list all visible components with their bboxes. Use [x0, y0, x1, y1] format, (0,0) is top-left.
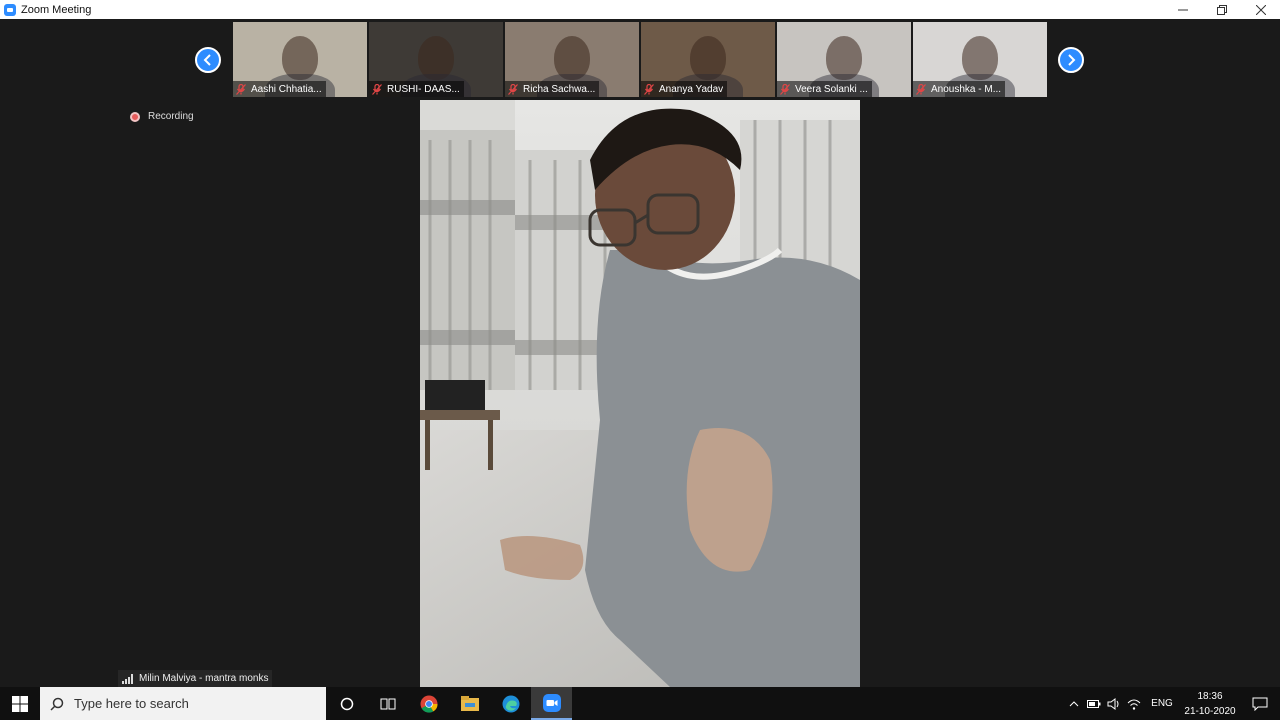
minimize-button[interactable]	[1163, 0, 1202, 19]
system-tray: ENG 18:36 21-10-2020	[1064, 687, 1280, 720]
action-center-button[interactable]	[1240, 687, 1280, 720]
participant-tile[interactable]: Ananya Yadav	[641, 22, 775, 97]
participant-nameplate: Veera Solanki ...	[777, 81, 872, 97]
search-input[interactable]	[74, 696, 294, 711]
file-explorer-taskbar-button[interactable]	[449, 687, 490, 720]
muted-mic-icon	[780, 83, 790, 95]
task-view-icon	[380, 698, 395, 709]
task-view-button[interactable]	[367, 687, 408, 720]
participant-name: Anoushka - M...	[931, 83, 1002, 95]
participant-nameplate: Anoushka - M...	[913, 81, 1006, 97]
zoom-taskbar-button[interactable]	[531, 687, 572, 720]
cortana-icon	[340, 697, 353, 710]
recording-label: Recording	[148, 111, 194, 122]
clock-date: 21-10-2020	[1184, 705, 1236, 717]
participant-tile[interactable]: Veera Solanki ...	[777, 22, 911, 97]
window-title: Zoom Meeting	[21, 3, 92, 16]
windows-logo-icon	[12, 695, 28, 712]
participant-nameplate: RUSHI- DAAS...	[369, 81, 464, 97]
active-speaker-name: Milin Malviya - mantra monks	[139, 673, 269, 684]
participant-tile[interactable]: RUSHI- DAAS...	[369, 22, 503, 97]
chevron-right-icon	[1068, 54, 1076, 66]
zoom-icon	[542, 693, 561, 712]
muted-mic-icon	[372, 83, 382, 95]
muted-mic-icon	[644, 83, 654, 95]
participant-name: Ananya Yadav	[659, 83, 724, 95]
meeting-area: Aashi Chhatia... RUSHI- DAAS... Richa Sach…	[0, 19, 1280, 687]
participant-name: RUSHI- DAAS...	[387, 83, 460, 95]
search-icon	[50, 697, 64, 711]
muted-mic-icon	[916, 83, 926, 95]
chevron-up-icon	[1069, 700, 1079, 706]
participant-tile[interactable]: Aashi Chhatia...	[233, 22, 367, 97]
participant-name: Aashi Chhatia...	[251, 83, 322, 95]
start-button[interactable]	[0, 687, 40, 720]
participant-strip: Aashi Chhatia... RUSHI- DAAS... Richa Sach…	[233, 22, 1047, 97]
notification-icon	[1252, 697, 1268, 711]
zoom-app-icon	[4, 3, 16, 16]
active-speaker-label: Milin Malviya - mantra monks	[118, 670, 273, 687]
close-button[interactable]	[1241, 0, 1280, 19]
previous-page-button[interactable]	[195, 47, 221, 73]
cortana-button[interactable]	[326, 687, 367, 720]
participant-tile[interactable]: Anoushka - M...	[913, 22, 1047, 97]
chevron-left-icon	[203, 54, 211, 66]
clock-time: 18:36	[1197, 690, 1223, 702]
edge-icon	[502, 695, 519, 712]
participant-nameplate: Richa Sachwa...	[505, 81, 600, 97]
active-speaker-video[interactable]	[420, 100, 860, 687]
chrome-taskbar-button[interactable]	[408, 687, 449, 720]
chrome-icon	[420, 695, 438, 713]
next-page-button[interactable]	[1058, 47, 1084, 73]
taskbar-clock[interactable]: 18:36 21-10-2020	[1180, 689, 1240, 719]
edge-taskbar-button[interactable]	[490, 687, 531, 720]
battery-icon[interactable]	[1084, 687, 1104, 720]
input-language[interactable]: ENG	[1144, 687, 1180, 720]
windows-taskbar: ENG 18:36 21-10-2020	[0, 687, 1280, 720]
file-explorer-icon	[460, 695, 479, 711]
restore-button[interactable]	[1202, 0, 1241, 19]
participant-name: Richa Sachwa...	[523, 83, 596, 95]
show-hidden-icons-button[interactable]	[1064, 687, 1084, 720]
muted-mic-icon	[508, 83, 518, 95]
participant-tile[interactable]: Richa Sachwa...	[505, 22, 639, 97]
participant-nameplate: Aashi Chhatia...	[233, 81, 326, 97]
recording-dot-icon	[130, 111, 140, 122]
participant-name: Veera Solanki ...	[795, 83, 868, 95]
volume-icon[interactable]	[1104, 687, 1124, 720]
signal-strength-icon	[122, 673, 133, 684]
taskbar-search[interactable]	[40, 687, 326, 720]
wifi-icon[interactable]	[1124, 687, 1144, 720]
participant-nameplate: Ananya Yadav	[641, 81, 728, 97]
muted-mic-icon	[236, 83, 246, 95]
window-titlebar: Zoom Meeting	[0, 0, 1280, 19]
recording-indicator[interactable]: Recording	[130, 111, 194, 122]
